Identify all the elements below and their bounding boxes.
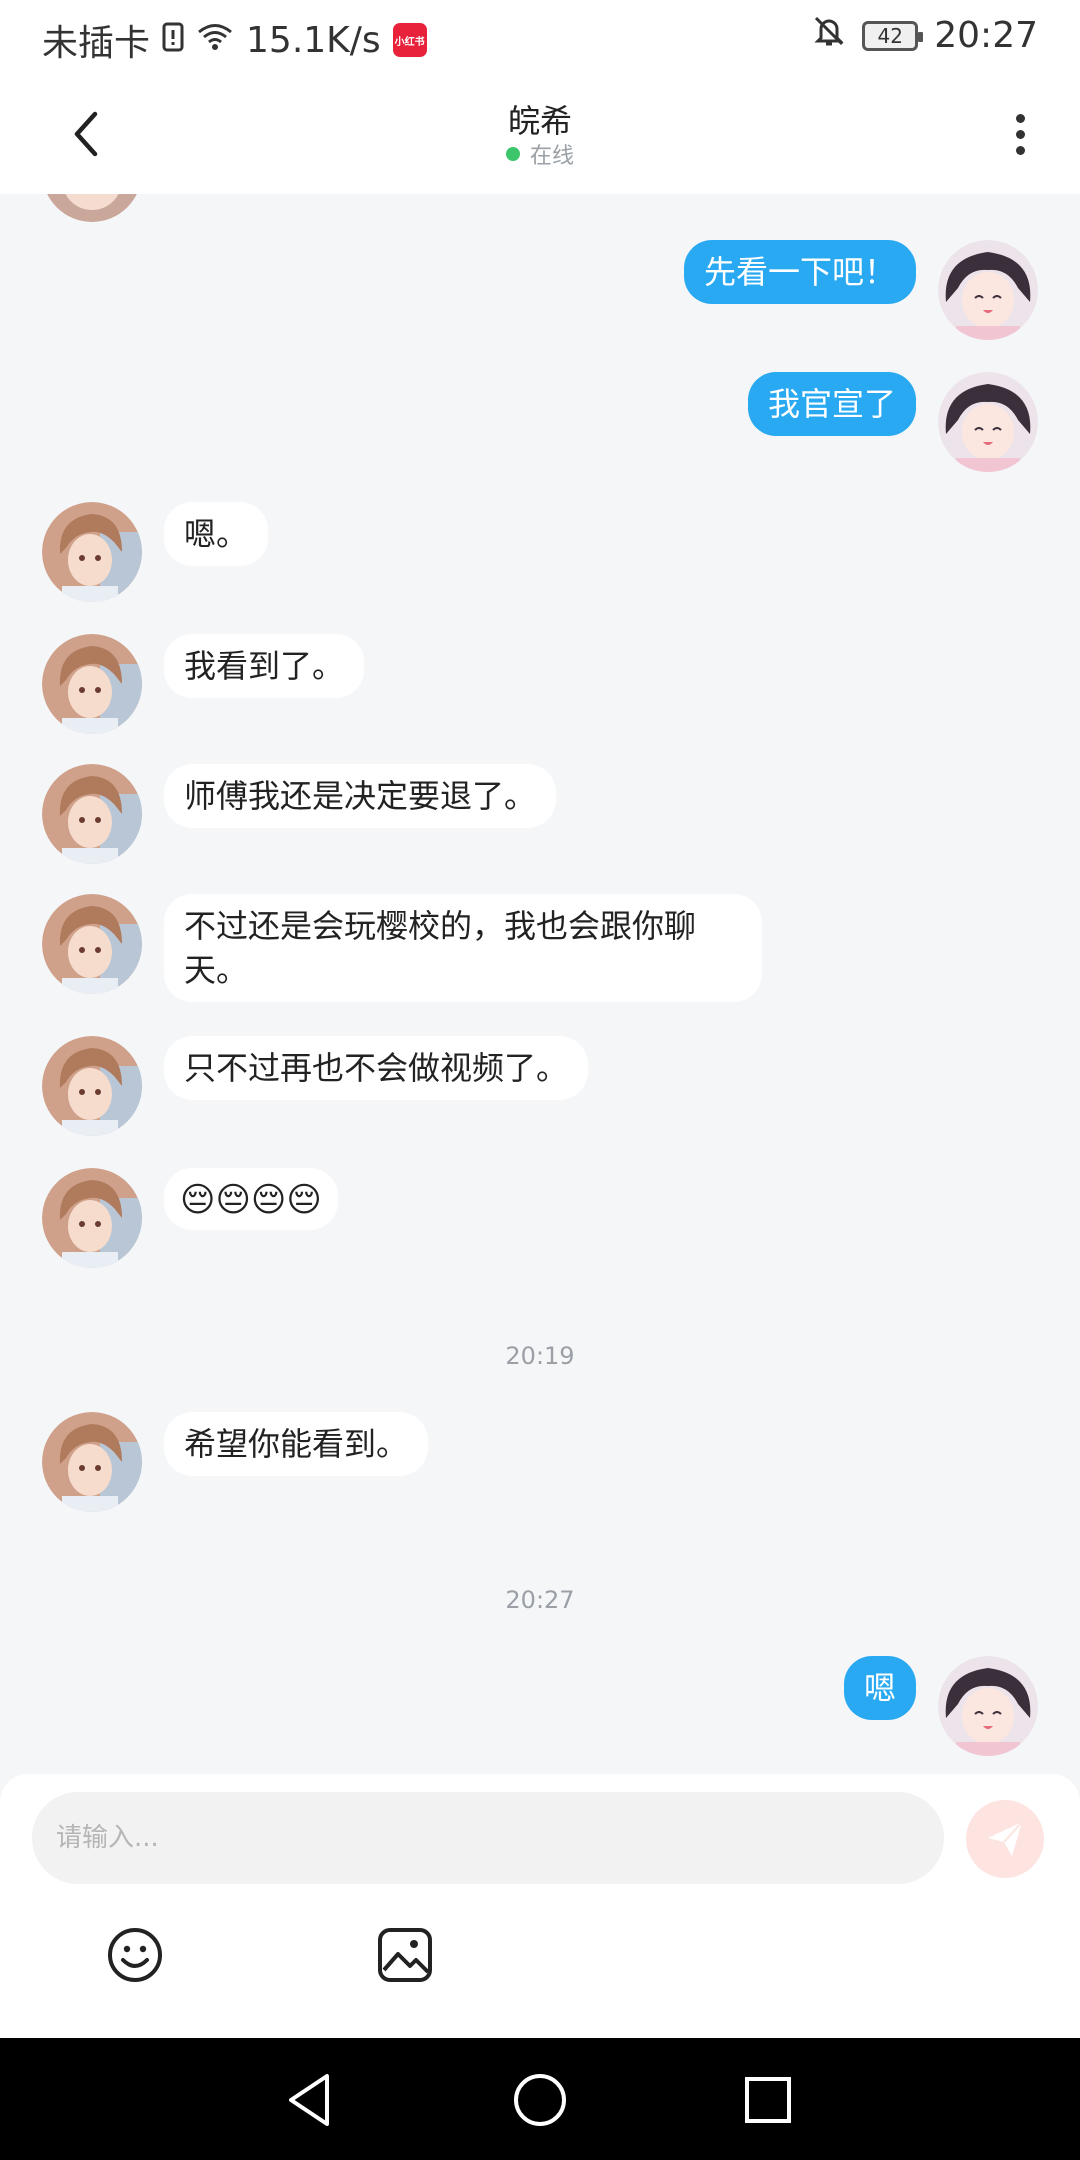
timestamp: 20:19 xyxy=(505,1342,575,1370)
avatar-self[interactable] xyxy=(938,240,1038,340)
message-bubble-right[interactable]: 先看一下吧！ xyxy=(683,240,916,304)
bell-off-icon xyxy=(812,14,846,57)
nav-back-button[interactable] xyxy=(278,2068,342,2132)
emoji-icon xyxy=(108,1928,162,1982)
avatar-self[interactable] xyxy=(938,1656,1038,1756)
message-bubble-left[interactable]: 只不过再也不会做视频了。 xyxy=(164,1036,589,1100)
nav-recent-icon xyxy=(745,2077,791,2123)
online-status-text: 在线 xyxy=(529,144,574,169)
avatar-other[interactable] xyxy=(42,194,142,222)
message-bubble-left[interactable]: 嗯。 xyxy=(164,502,269,566)
online-status: 在线 xyxy=(0,138,1080,170)
input-panel xyxy=(0,1774,1080,2038)
message-bubble-right[interactable]: 嗯 xyxy=(843,1656,916,1720)
nav-home-button[interactable] xyxy=(508,2068,572,2132)
contact-name: 皖希 xyxy=(507,102,572,140)
avatar-other[interactable] xyxy=(42,1168,142,1268)
message-bubble-left[interactable]: 😔😔😔😔 xyxy=(164,1168,338,1230)
nav-back-icon xyxy=(289,2074,329,2126)
timestamp: 20:27 xyxy=(505,1586,575,1614)
send-icon xyxy=(988,1821,1023,1856)
carrier-text: 未插卡 xyxy=(42,23,151,64)
system-nav-bar xyxy=(0,2038,1080,2160)
avatar-other[interactable] xyxy=(42,634,142,734)
send-button[interactable] xyxy=(966,1800,1044,1878)
avatar-other[interactable] xyxy=(42,894,142,994)
image-icon xyxy=(378,1928,432,1982)
avatar-other[interactable] xyxy=(42,1412,142,1512)
nav-home-icon xyxy=(514,2074,566,2126)
more-vertical-icon[interactable] xyxy=(1000,106,1040,162)
battery-icon: 42 xyxy=(862,20,924,51)
sim-icon xyxy=(162,20,184,61)
status-left: 未插卡 15.1K/s 小红书 xyxy=(42,14,427,66)
avatar-other[interactable] xyxy=(42,502,142,602)
message-bubble-left[interactable]: 不过还是会玩樱校的，我也会跟你聊天。 xyxy=(164,894,762,1002)
status-right: 42 20:27 xyxy=(812,14,1038,57)
message-list[interactable]: 先看一下吧！ 我官宣了 嗯。 我看到了。 师傅我还是决定要退了。 不过还是会玩樱… xyxy=(0,194,1080,1774)
status-time: 20:27 xyxy=(934,15,1038,56)
chat-header: 皖希 在线 xyxy=(0,76,1080,194)
message-bubble-left[interactable]: 我看到了。 xyxy=(164,634,365,698)
emoji-message: 😔😔😔😔 xyxy=(180,1180,322,1220)
avatar-self[interactable] xyxy=(938,372,1038,472)
message-input[interactable] xyxy=(32,1792,944,1884)
emoji-button[interactable] xyxy=(104,1924,166,1986)
status-bar: 未插卡 15.1K/s 小红书 42 20:27 xyxy=(0,0,1080,76)
message-bubble-left[interactable]: 师傅我还是决定要退了。 xyxy=(164,764,557,828)
avatar-other[interactable] xyxy=(42,1036,142,1136)
network-speed: 15.1K/s xyxy=(246,19,381,61)
message-bubble-right[interactable]: 我官宣了 xyxy=(747,372,916,436)
avatar-other[interactable] xyxy=(42,764,142,864)
online-dot-icon xyxy=(505,147,520,161)
wifi-icon xyxy=(196,20,234,61)
image-button[interactable] xyxy=(374,1924,436,1986)
app-badge-icon: 小红书 xyxy=(392,23,427,57)
message-bubble-left[interactable]: 希望你能看到。 xyxy=(164,1412,429,1476)
nav-recent-button[interactable] xyxy=(736,2068,800,2132)
